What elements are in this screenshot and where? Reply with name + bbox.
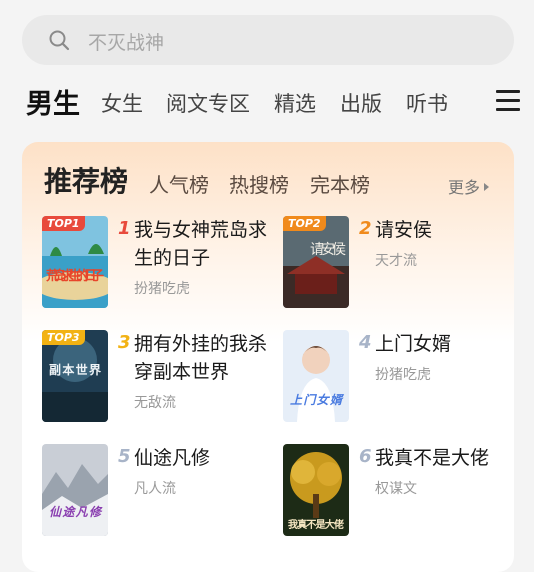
search-bar[interactable]: 不灭战神	[22, 15, 514, 65]
book-item[interactable]: 荒岛求生的日子 TOP1 1 我与女神荒岛求生的日子 扮猪吃虎	[42, 216, 282, 316]
menu-icon[interactable]	[496, 90, 520, 112]
tab-publishing[interactable]: 出版	[340, 88, 382, 118]
cover-title: 荒岛求生的日子	[45, 268, 104, 284]
more-link[interactable]: 更多	[448, 174, 490, 198]
book-author: 扮猪吃虎	[134, 281, 190, 297]
tab-yuewen[interactable]: 阅文专区	[166, 88, 250, 118]
book-author: 天才流	[375, 253, 417, 269]
cover-title: 上门女婿	[290, 393, 345, 407]
book-author: 扮猪吃虎	[375, 367, 431, 383]
book-title: 拥有外挂的我杀穿副本世界	[134, 333, 268, 383]
tab-female[interactable]: 女生	[101, 88, 143, 118]
chevron-right-icon	[484, 183, 490, 191]
rank-number: 5	[118, 446, 131, 467]
book-author: 无敌流	[134, 395, 176, 411]
book-item[interactable]: 仙途凡修 5 仙途凡修 凡人流	[42, 444, 282, 544]
book-item[interactable]: 我真不是大佬 6 我真不是大佬 权谋文	[283, 444, 523, 544]
book-item[interactable]: 副本世界 TOP3 3 拥有外挂的我杀穿副本世界 无敌流	[42, 330, 282, 430]
rank-badge: TOP1	[42, 216, 85, 231]
book-cover: 上门女婿	[283, 330, 349, 422]
book-title: 请安侯	[375, 219, 433, 241]
book-title: 仙途凡修	[134, 447, 211, 469]
book-cover: 我真不是大佬	[283, 444, 349, 536]
rank-number: 2	[359, 218, 372, 239]
rank-number: 3	[118, 332, 131, 353]
book-author: 权谋文	[375, 481, 417, 497]
cover-title: 副本世界	[49, 362, 101, 377]
tab-hot-search[interactable]: 热搜榜	[229, 169, 289, 198]
book-cover: 仙途凡修	[42, 444, 108, 536]
rank-number: 6	[359, 446, 372, 467]
tab-audiobook[interactable]: 听书	[406, 88, 448, 118]
search-icon	[49, 30, 70, 51]
book-title: 上门女婿	[375, 333, 452, 355]
channel-tabs: 男生 女生 阅文专区 精选 出版 听书	[0, 82, 534, 122]
cover-title: 仙途凡修	[49, 505, 103, 519]
rank-number: 4	[359, 332, 372, 353]
book-item[interactable]: 上门女婿 4 上门女婿 扮猪吃虎	[283, 330, 523, 430]
book-cover: 请安侯 TOP2	[283, 216, 349, 308]
book-title: 我与女神荒岛求生的日子	[134, 219, 268, 269]
tab-popular[interactable]: 人气榜	[149, 169, 209, 198]
search-input[interactable]: 不灭战神	[88, 28, 164, 55]
cover-title: 请安侯	[310, 242, 346, 258]
book-title: 我真不是大佬	[375, 447, 490, 469]
tab-recommended[interactable]: 推荐榜	[44, 160, 128, 200]
rank-number: 1	[118, 218, 131, 239]
tab-completed[interactable]: 完本榜	[310, 169, 370, 198]
book-cover: 荒岛求生的日子 TOP1	[42, 216, 108, 308]
book-cover: 副本世界 TOP3	[42, 330, 108, 422]
book-author: 凡人流	[134, 481, 176, 497]
tab-male[interactable]: 男生	[26, 82, 80, 121]
book-item[interactable]: 请安侯 TOP2 2 请安侯 天才流	[283, 216, 523, 316]
rank-badge: TOP3	[42, 330, 85, 345]
cover-title: 我真不是大佬	[288, 518, 344, 531]
tab-featured[interactable]: 精选	[274, 88, 316, 118]
ranking-card: 推荐榜 人气榜 热搜榜 完本榜 更多 荒岛求生的日子 TOP1 1 我与女神荒岛…	[22, 142, 514, 572]
rank-badge: TOP2	[283, 216, 326, 231]
